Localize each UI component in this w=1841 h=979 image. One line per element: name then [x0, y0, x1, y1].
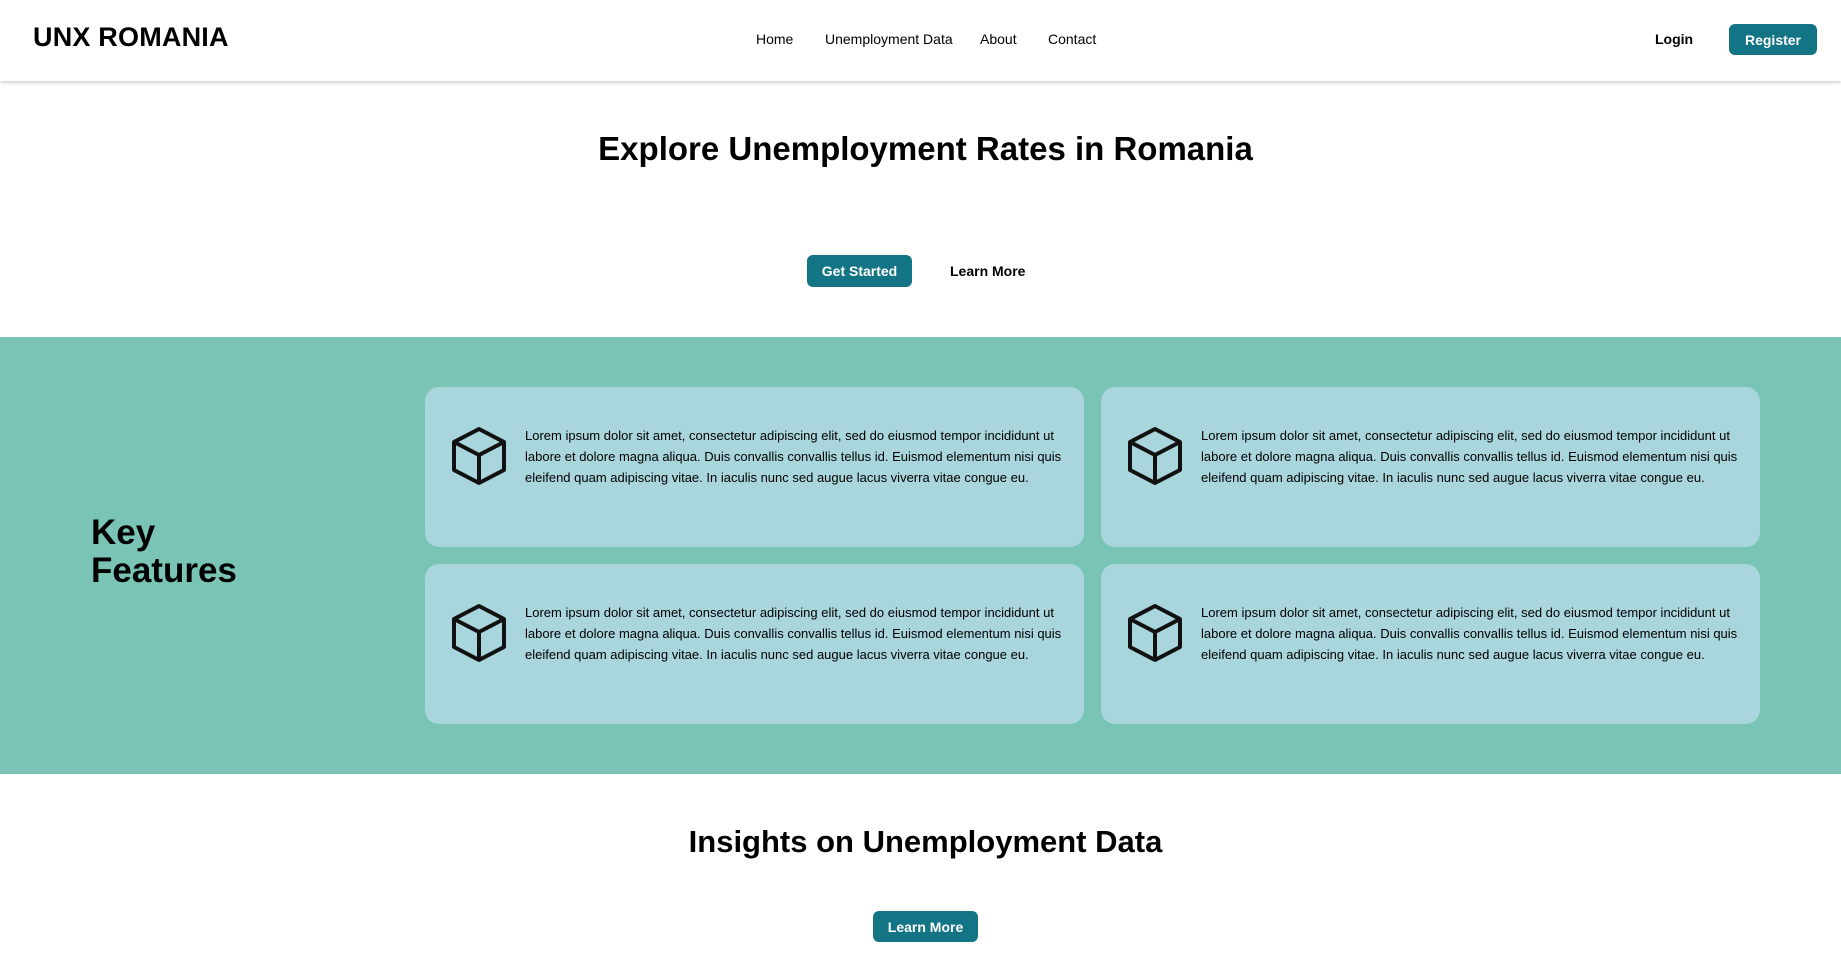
- register-button[interactable]: Register: [1729, 24, 1817, 55]
- feature-card: Lorem ipsum dolor sit amet, consectetur …: [425, 387, 1084, 547]
- key-features-section: Key Features Lorem ipsum dolor sit amet,…: [0, 337, 1841, 774]
- main-nav: Home Unemployment Data About Contact: [0, 31, 1841, 49]
- hero-title-text: Explore Unemployment Rates in Romania: [598, 130, 1253, 167]
- features-title: Key Features: [91, 513, 237, 590]
- cube-icon: [1128, 427, 1182, 485]
- cube-icon: [1128, 604, 1182, 662]
- insights-title: Insights on Unemployment Data: [688, 824, 1163, 859]
- feature-text: Lorem ipsum dolor sit amet, consectetur …: [1201, 605, 1738, 662]
- site-header: UNX ROMANIA Home Unemployment Data About…: [0, 0, 1841, 81]
- feature-text: Lorem ipsum dolor sit amet, consectetur …: [525, 605, 1062, 662]
- nav-unemployment-data[interactable]: Unemployment Data: [825, 31, 953, 47]
- feature-text: Lorem ipsum dolor sit amet, consectetur …: [1201, 428, 1738, 485]
- insights-learn-more-button[interactable]: Learn More: [873, 911, 978, 942]
- nav-home[interactable]: Home: [756, 31, 793, 47]
- hero-learn-more-button[interactable]: Learn More: [950, 263, 1025, 279]
- get-started-button[interactable]: Get Started: [807, 255, 912, 287]
- page: UNX ROMANIA Home Unemployment Data About…: [0, 0, 1841, 979]
- login-button[interactable]: Login: [1655, 31, 1693, 47]
- cube-icon: [452, 427, 506, 485]
- cube-icon: [452, 604, 506, 662]
- feature-card: Lorem ipsum dolor sit amet, consectetur …: [425, 564, 1084, 724]
- feature-card: Lorem ipsum dolor sit amet, consectetur …: [1101, 564, 1760, 724]
- feature-card: Lorem ipsum dolor sit amet, consectetur …: [1101, 387, 1760, 547]
- feature-text: Lorem ipsum dolor sit amet, consectetur …: [525, 428, 1062, 485]
- hero-title: Explore Unemployment Rates in Romania: [0, 130, 1841, 167]
- nav-about[interactable]: About: [980, 31, 1017, 47]
- nav-contact[interactable]: Contact: [1048, 31, 1096, 47]
